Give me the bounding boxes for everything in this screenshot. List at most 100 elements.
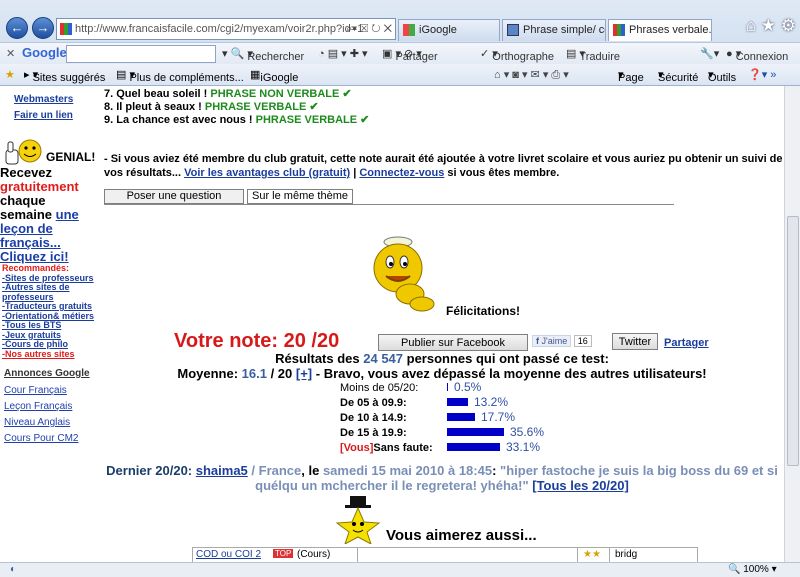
ad-link[interactable]: Cours Pour CM2 [4,433,100,444]
tab-label: iGoogle [419,24,457,36]
securite-menu[interactable]: Sécurité ▾ [658,68,698,84]
reco-link[interactable]: -Nos autres sites [2,349,102,360]
address-bar[interactable]: http://www.francaisfacile.com/cgi2/myexa… [56,18,396,40]
favorites-star-icon[interactable]: ★ [761,16,776,35]
exercise-results: 7. Quel beau soleil ! PHRASE NON VERBALE… [104,88,369,127]
reco-link[interactable]: -Autres sites de professeurs [2,282,102,302]
last-country: / France [247,463,302,478]
help-icon[interactable]: ❓▾ » [748,68,776,81]
results-summary: Résultats des 24 547 personnes qui ont p… [102,351,782,366]
tab-poser-question[interactable]: Poser une question [104,189,244,204]
igoogle-fav-link[interactable]: ▦ iGoogle [250,68,298,84]
home-icon[interactable]: ⌂ [746,16,756,35]
site-favicon-icon [613,24,625,36]
recevez-text: Recevez [0,165,53,180]
tab-label: Phrase simple/ co... [523,24,605,36]
ad-link[interactable]: Niveau Anglais [4,417,100,428]
google-search-button[interactable]: ▾ 🔍 Rechercher ▾ [222,47,304,63]
twitter-button[interactable]: Twitter [612,333,658,350]
moyenne-value: 16.1 [241,366,267,381]
tous-les-20-link[interactable]: [Tous les 20/20] [532,478,629,493]
semaine-text: semaine [0,207,53,222]
address-actions-icon[interactable]: ⌕▾ ☒ ↻ ✕ [346,19,392,39]
favorites-star-icon[interactable]: ★ [5,68,15,81]
tab-meme-theme[interactable]: Sur le même thème [247,189,353,204]
tools-gear-icon[interactable]: ⚙ [781,16,796,35]
exercise-item: 7. Quel beau soleil ! PHRASE NON VERBALE… [104,88,369,101]
last-date: samedi 15 mai 2010 à 18:45 [322,463,493,478]
dist-label: De 10 à 14.9: [340,412,407,424]
orthographe-button[interactable]: ✓ Orthographe ▾ [480,47,554,63]
main-content: 7. Quel beau soleil ! PHRASE NON VERBALE… [102,86,783,562]
outils-menu[interactable]: Outils ▾ [708,68,736,84]
newsletter-block: Recevez gratuitement chaque semaine une … [0,166,102,264]
chaque-text: chaque [0,193,46,208]
related-link[interactable]: COD ou COI 2 [196,549,261,560]
connexion-button[interactable]: ● Connexion ▾ [726,47,788,63]
facebook-like-widget[interactable]: f J'aime 16 [532,335,592,349]
igoogle-favicon-icon [403,24,415,36]
last-perfect-score: Dernier 20/20: shaima5 / France, le same… [102,463,782,493]
faire-un-lien-link[interactable]: Faire un lien [4,110,100,121]
left-sidebar: Webmasters Faire un lien GENIAL! Recevez… [0,86,102,562]
wrench-icon[interactable]: 🔧▾ [700,47,719,60]
score-label: Votre note: 20 /20 [174,330,340,352]
avantages-club-link[interactable]: Voir les avantages club (gratuit) [184,167,350,179]
page-menu[interactable]: Page ▾ [618,68,644,84]
zoom-value: 100% [743,564,769,575]
google-search-input[interactable] [66,45,216,63]
moyenne-sep: / 20 [266,366,296,381]
rechercher-label: Rechercher [247,51,305,63]
traduire-button[interactable]: ▤ Traduire ▾ [566,47,620,63]
command-bar-icons[interactable]: ⌂ ▾ ◙ ▾ ✉ ▾ ⎙ ▾ [494,68,569,82]
tab-phrase-simple[interactable]: Phrase simple/ co... [502,19,606,41]
google-logo[interactable]: Google [22,45,67,60]
dist-bar [447,413,475,421]
moyenne-line: Moyenne: 16.1 / 20 [+] - Bravo, vous ave… [102,366,782,381]
related-table: COD ou COI 2 TOP (Cours) ★★ bridg [192,547,698,562]
zoom-control[interactable]: 🔍 100% ▾ [728,564,777,575]
dist-bar [447,383,448,391]
webmasters-link[interactable]: Webmasters [4,94,100,105]
facebook-publish-button[interactable]: Publier sur Facebook [378,334,528,351]
dist-percent: 35.6% [510,425,545,439]
like-count: 16 [573,335,592,347]
ad-link[interactable]: Leçon Français [4,401,100,412]
rating-stars-icon: ★★ [583,549,601,560]
dist-label: De 15 à 19.9: [340,427,407,439]
dist-label: Sans faute: [373,442,433,454]
scrollbar-thumb[interactable] [787,216,799,466]
related-type: (Cours) [297,549,331,560]
window-icons: ⌂ ★ ⚙ [746,16,796,36]
results-count: 24 547 [363,351,404,366]
url-text: http://www.francaisfacile.com/cgi2/myexa… [75,23,364,35]
plus-link[interactable]: [+] [296,366,312,381]
related-text: bridg [615,549,638,560]
like-button[interactable]: f J'aime [532,335,572,347]
tab-igoogle[interactable]: iGoogle [398,19,500,41]
item-text: 8. Il pleut à seaux ! [104,101,205,113]
toolbar-icons[interactable]: ◔ ▤ ▾ ✚ ▾ [318,47,368,60]
moyenne-text: - Bravo, vous avez dépassé la moyenne de… [312,366,707,381]
vertical-scrollbar[interactable] [784,86,800,562]
user-link[interactable]: shaima5 [196,463,248,478]
cliquez-ici-link[interactable]: Cliquez ici! [0,250,102,264]
back-icon[interactable]: ← [6,17,28,39]
item-answer: PHRASE VERBALE ✔ [255,114,370,126]
sites-suggeres-link[interactable]: ▸ Sites suggérés ▾ [24,68,105,84]
close-toolbar-icon[interactable]: ✕ [6,47,15,60]
facebook-f-icon: f [536,336,539,346]
partager-link[interactable]: Partager [664,337,709,349]
jaime-label: J'aime [541,336,568,346]
tab-phrases-verbales[interactable]: Phrases verbale... [608,19,712,41]
connectez-vous-link[interactable]: Connectez-vous [359,167,444,179]
forward-icon[interactable]: → [32,17,54,39]
item-text: 9. La chance est avec nous ! [104,114,256,126]
felicitations-text: Félicitations! [446,304,521,318]
top-badge-icon: TOP [273,549,294,558]
ad-link[interactable]: Cour Français [4,385,100,396]
item-answer: PHRASE NON VERBALE ✔ [210,88,352,100]
partager-button[interactable]: ▣ Partager ▾ ⊘ ▾ [382,47,438,63]
securite-label: Sécurité [658,72,699,84]
plus-complements-link[interactable]: ▤ Plus de compléments... ▾ [116,68,244,84]
